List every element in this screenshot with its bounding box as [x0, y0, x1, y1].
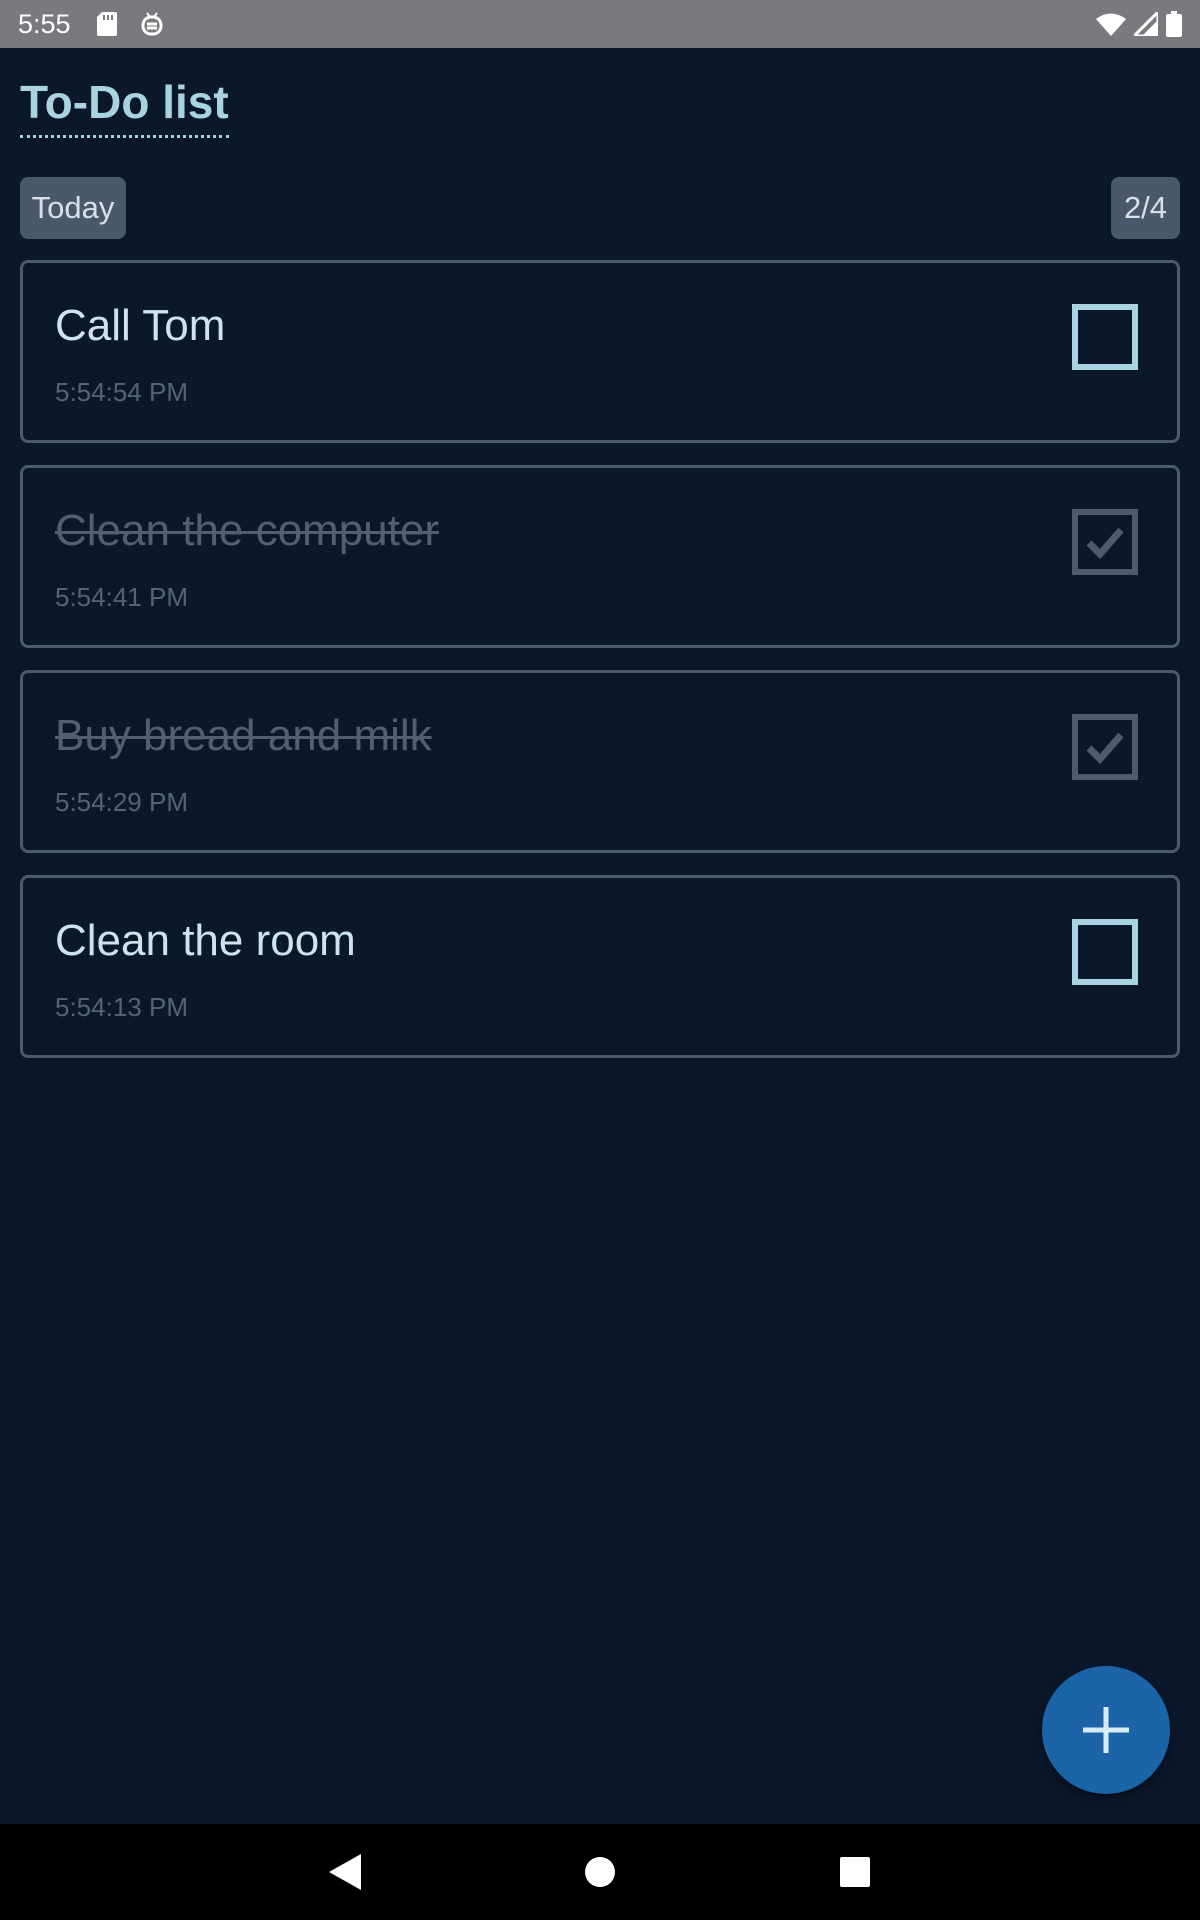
recents-icon [840, 1857, 870, 1887]
home-button[interactable] [565, 1824, 635, 1920]
progress-count-badge: 2/4 [1111, 177, 1180, 239]
task-title: Buy bread and milk [55, 711, 432, 760]
navigation-bar [0, 1824, 1200, 1920]
signal-icon [1134, 12, 1158, 36]
task-time: 5:54:41 PM [55, 582, 188, 612]
today-filter-chip[interactable]: Today [20, 177, 126, 239]
battery-icon [1166, 11, 1182, 37]
back-icon [329, 1854, 361, 1890]
task-card[interactable]: Buy bread and milk 5:54:29 PM [20, 670, 1180, 853]
task-card[interactable]: Clean the room 5:54:13 PM [20, 875, 1180, 1058]
page-title[interactable]: To-Do list [20, 76, 229, 138]
task-checkbox[interactable] [1072, 919, 1138, 985]
check-icon [1086, 732, 1124, 765]
task-title: Clean the room [55, 916, 356, 965]
screen: 5:55 To-Do list Today 2/4 Call Tom 5:54:… [0, 0, 1200, 1920]
task-time: 5:54:29 PM [55, 787, 188, 817]
task-title: Clean the computer [55, 506, 439, 555]
task-time: 5:54:13 PM [55, 992, 188, 1022]
task-time: 5:54:54 PM [55, 377, 188, 407]
sd-card-icon [96, 12, 117, 36]
task-card[interactable]: Call Tom 5:54:54 PM [20, 260, 1180, 443]
debug-icon [141, 12, 163, 36]
home-icon [585, 1857, 615, 1887]
task-title: Call Tom [55, 301, 226, 350]
check-icon [1086, 527, 1124, 560]
status-right-icons [1096, 11, 1182, 37]
task-list: Call Tom 5:54:54 PM Clean the computer 5… [20, 260, 1180, 1080]
task-card[interactable]: Clean the computer 5:54:41 PM [20, 465, 1180, 648]
add-task-button[interactable] [1042, 1666, 1170, 1794]
recents-button[interactable] [820, 1824, 890, 1920]
back-button[interactable] [310, 1824, 380, 1920]
status-time: 5:55 [18, 8, 71, 39]
status-bar: 5:55 [0, 0, 1200, 48]
task-checkbox[interactable] [1072, 509, 1138, 575]
plus-icon [1083, 1707, 1129, 1753]
status-left-icons [96, 12, 163, 36]
task-checkbox[interactable] [1072, 714, 1138, 780]
wifi-icon [1096, 12, 1126, 36]
task-checkbox[interactable] [1072, 304, 1138, 370]
